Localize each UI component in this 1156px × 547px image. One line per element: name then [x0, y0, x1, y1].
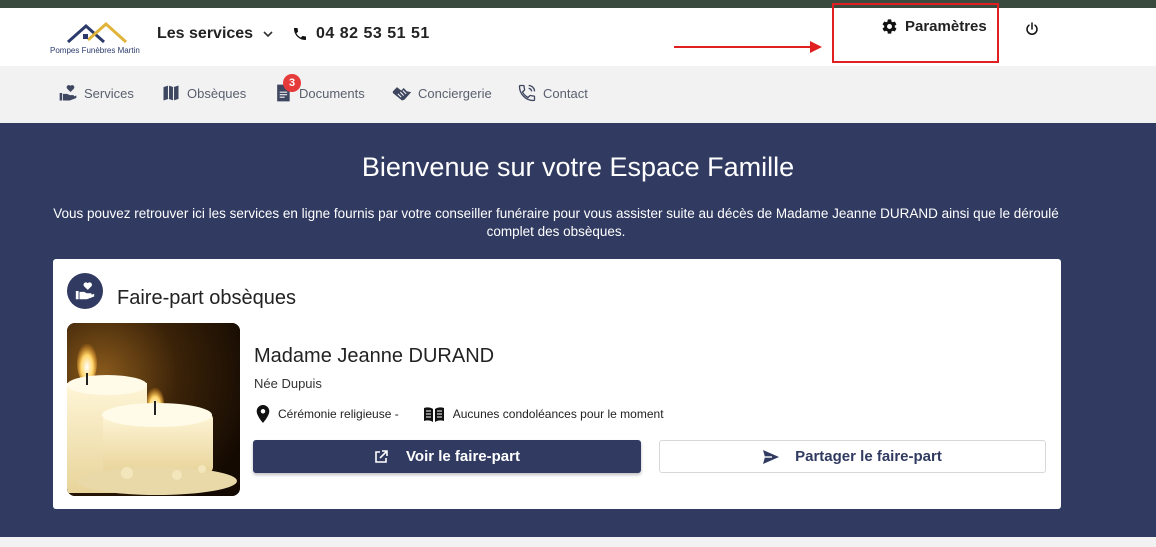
card-title: Faire-part obsèques: [117, 287, 296, 309]
nav-item-contact[interactable]: Contact: [517, 83, 588, 103]
documents-count-badge: 3: [283, 74, 301, 92]
external-link-icon: [375, 449, 388, 463]
phone-link[interactable]: 04 82 53 51 51: [292, 25, 430, 43]
page-title: Bienvenue sur votre Espace Famille: [361, 152, 795, 182]
nav-item-label: Conciergerie: [418, 85, 492, 101]
card-icon: [67, 273, 103, 309]
nav-item-obseques[interactable]: Obsèques: [161, 83, 246, 103]
condolences-text: Aucunes condoléances pour le moment: [452, 407, 664, 421]
phone-call-icon: [518, 84, 536, 102]
hand-heart-icon: [75, 282, 95, 300]
nav-item-label: Contact: [543, 85, 588, 101]
candles-image: [67, 323, 240, 496]
send-icon: [763, 449, 780, 464]
map-icon: [163, 85, 179, 101]
logo[interactable]: Pompes Funèbres Martin: [50, 20, 146, 56]
intro-text: Vous pouvez retrouver ici les services e…: [53, 206, 1059, 239]
share-notice-label: Partager le faire-part: [795, 448, 942, 465]
location-pin-icon: [256, 405, 270, 423]
chevron-down-icon: [263, 31, 273, 38]
nav-item-services[interactable]: Services: [58, 83, 134, 103]
nav-item-conciergerie[interactable]: Conciergerie: [392, 83, 492, 103]
hand-heart-icon: [59, 85, 77, 101]
nav-item-label: Documents: [299, 85, 365, 101]
maiden-name: Née Dupuis: [254, 376, 322, 391]
notice-meta: Cérémonie religieuse - Aucunes condoléan…: [256, 405, 664, 423]
main-nav: Services Obsèques Documents Conciergerie…: [0, 66, 1156, 123]
services-dropdown[interactable]: Les services: [157, 25, 275, 43]
view-notice-button[interactable]: Voir le faire-part: [253, 440, 641, 473]
condolences-info: Aucunes condoléances pour le moment: [423, 406, 664, 422]
nav-item-label: Obsèques: [187, 85, 247, 101]
handshake-icon: [392, 87, 412, 101]
ceremony-text: Cérémonie religieuse -: [278, 407, 399, 421]
funeral-notice-card: Faire-part obsèques Madame Jeanne DURAND…: [53, 259, 1061, 509]
phone-icon: [294, 28, 306, 40]
view-notice-label: Voir le faire-part: [406, 448, 520, 465]
logo-house-icon: [67, 21, 128, 44]
share-notice-button[interactable]: Partager le faire-part: [659, 440, 1046, 473]
logo-text: Pompes Funèbres Martin: [50, 46, 140, 55]
gear-icon: [882, 19, 897, 34]
candles-photo: [67, 323, 240, 496]
annotation-arrow: [674, 41, 822, 53]
settings-button[interactable]: Paramètres: [881, 18, 987, 35]
power-icon[interactable]: [1024, 21, 1040, 37]
settings-label: Paramètres: [905, 18, 987, 35]
ceremony-info: Cérémonie religieuse -: [256, 405, 399, 423]
services-dropdown-label: Les services: [157, 25, 254, 42]
book-open-icon: [423, 407, 444, 422]
nav-item-label: Services: [84, 85, 134, 101]
deceased-name: Madame Jeanne DURAND: [254, 345, 495, 367]
phone-number: 04 82 53 51 51: [316, 25, 430, 42]
